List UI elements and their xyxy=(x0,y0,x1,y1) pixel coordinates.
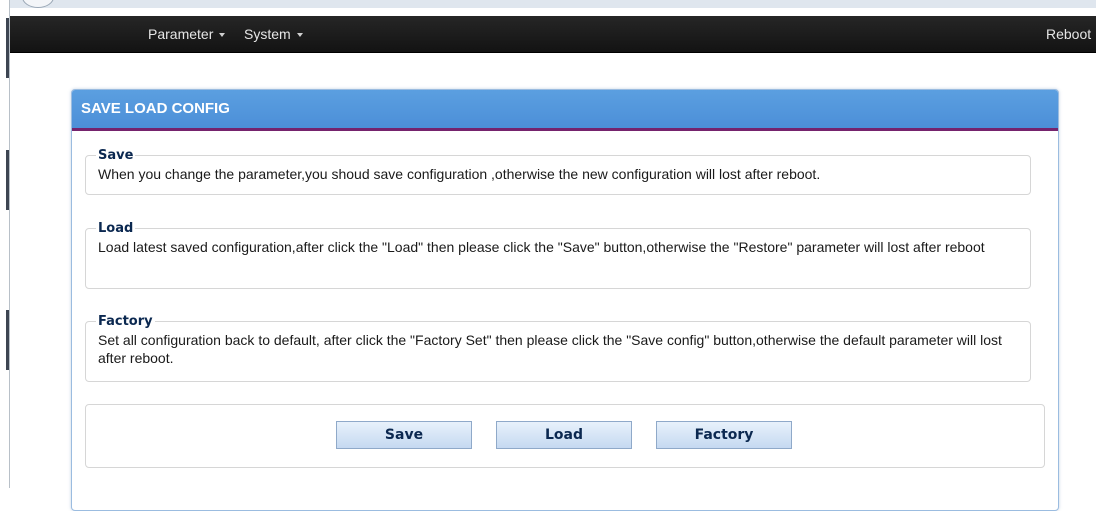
left-edge-mark xyxy=(6,310,9,370)
save-section-text: When you change the parameter,you shoud … xyxy=(98,166,821,182)
caret-down-icon xyxy=(219,33,226,38)
load-section-text: Load latest saved configuration,after cl… xyxy=(98,239,985,255)
load-section-legend: Load xyxy=(98,221,134,236)
save-section: Save When you change the parameter,you s… xyxy=(85,148,1031,195)
top-navbar: Parameter System Reboot xyxy=(10,16,1096,53)
factory-section-text: Set all configuration back to default, a… xyxy=(98,332,1002,366)
panel-title: SAVE LOAD CONFIG xyxy=(72,90,1058,131)
load-section: Load Load latest saved configuration,aft… xyxy=(85,221,1031,289)
window-corner-icon xyxy=(22,0,54,8)
nav-menu-parameter[interactable]: Parameter xyxy=(148,16,226,52)
left-edge-mark xyxy=(6,18,9,78)
window-top-strip xyxy=(0,0,1096,8)
factory-section: Factory Set all configuration back to de… xyxy=(85,314,1031,382)
nav-reboot-link[interactable]: Reboot xyxy=(1046,16,1091,52)
nav-menu-system[interactable]: System xyxy=(244,16,303,52)
nav-menu-system-label: System xyxy=(244,26,291,42)
save-button[interactable]: Save xyxy=(336,421,472,449)
caret-down-icon xyxy=(296,33,303,38)
save-section-legend: Save xyxy=(98,148,134,163)
button-group: Save Load Factory xyxy=(85,404,1045,468)
nav-menu-parameter-label: Parameter xyxy=(148,26,214,42)
left-edge-mark xyxy=(6,150,9,210)
load-button[interactable]: Load xyxy=(496,421,632,449)
save-load-config-panel: SAVE LOAD CONFIG Save When you change th… xyxy=(71,89,1059,511)
factory-section-legend: Factory xyxy=(98,314,153,329)
factory-button[interactable]: Factory xyxy=(656,421,792,449)
left-edge xyxy=(0,0,10,488)
